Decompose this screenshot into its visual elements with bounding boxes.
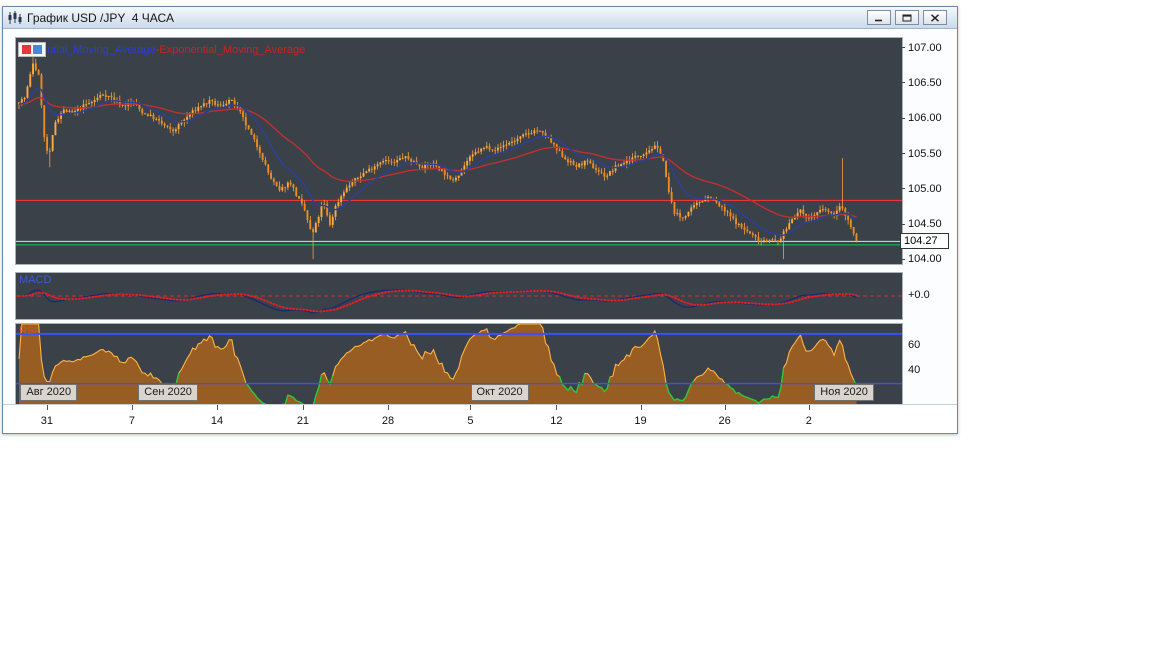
month-label-box: Сен 2020 xyxy=(138,384,198,401)
ma-slow-label-text: Exponential_Moving_Average xyxy=(159,44,305,56)
time-axis-label: 31 xyxy=(33,415,61,427)
price-axis-label: 104.00 xyxy=(908,252,942,266)
close-button[interactable] xyxy=(923,10,947,25)
rsi-axis-label: 40 xyxy=(908,363,920,377)
price-axis-tick xyxy=(901,47,905,48)
chart-client-area: ntial_Moving_Average -Exponential_Moving… xyxy=(3,29,957,433)
price-axis-label: 106.00 xyxy=(908,111,942,125)
time-axis-tick xyxy=(641,405,642,410)
time-axis-tick xyxy=(303,405,304,410)
price-axis-label: 104.50 xyxy=(908,217,942,231)
macd-label: MACD xyxy=(19,274,51,287)
price-axis-label: 105.50 xyxy=(908,147,942,161)
time-axis-label: 5 xyxy=(456,415,484,427)
rsi-panel[interactable]: RSI Авг 2020 Сен 2020 Окт 2020 Ноя 2020 xyxy=(15,323,903,407)
ma-red-swatch xyxy=(22,45,31,54)
price-axis: 107.00 106.50 106.00 105.50 105.00 104.50 104.… xyxy=(901,29,959,407)
price-axis-tick xyxy=(901,82,905,83)
macd-axis-label: +0.0 xyxy=(908,288,930,302)
window-title: График USD /JPY 4 ЧАСА xyxy=(27,11,174,25)
current-price-tag: 104.27 xyxy=(900,233,949,249)
time-axis: 31 7 14 21 28 5 12 19 26 2 xyxy=(3,404,957,433)
time-axis-label: 19 xyxy=(627,415,655,427)
time-axis-tick xyxy=(470,405,471,410)
rsi-axis-label: 60 xyxy=(908,338,920,352)
price-axis-tick xyxy=(901,188,905,189)
rsi-label: RSI xyxy=(19,325,37,338)
time-axis-label: 2 xyxy=(795,415,823,427)
macd-panel[interactable]: MACD xyxy=(15,272,903,320)
chart-window: График USD /JPY 4 ЧАСА xyxy=(2,6,958,434)
price-axis-label: 105.00 xyxy=(908,182,942,196)
time-axis-tick xyxy=(132,405,133,410)
price-panel[interactable]: ntial_Moving_Average -Exponential_Moving… xyxy=(15,37,903,265)
window-controls xyxy=(867,10,947,25)
time-axis-tick xyxy=(217,405,218,410)
close-icon xyxy=(930,14,940,22)
ma-blue-swatch xyxy=(33,45,42,54)
indicator-legend: ntial_Moving_Average -Exponential_Moving… xyxy=(18,42,305,57)
time-axis-label: 28 xyxy=(374,415,402,427)
time-axis-label: 14 xyxy=(203,415,231,427)
price-axis-tick xyxy=(901,259,905,260)
legend-swatches xyxy=(18,42,46,57)
time-axis-tick xyxy=(388,405,389,410)
ma-fast-label: ntial_Moving_Average xyxy=(47,43,156,57)
ema-slow-line xyxy=(19,98,857,218)
candles xyxy=(18,57,857,259)
ma-slow-label: -Exponential_Moving_Average xyxy=(156,43,306,57)
price-axis-label: 106.50 xyxy=(908,76,942,90)
minimize-icon xyxy=(874,14,884,22)
maximize-icon xyxy=(902,14,912,22)
month-label-box: Ноя 2020 xyxy=(814,384,874,401)
window-titlebar[interactable]: График USD /JPY 4 ЧАСА xyxy=(3,7,957,29)
desktop-background: График USD /JPY 4 ЧАСА xyxy=(0,0,1152,648)
time-axis-label: 7 xyxy=(118,415,146,427)
time-axis-tick xyxy=(556,405,557,410)
time-axis-label: 12 xyxy=(542,415,570,427)
time-axis-tick xyxy=(47,405,48,410)
price-axis-tick xyxy=(901,153,905,154)
month-label-box: Окт 2020 xyxy=(471,384,529,401)
maximize-button[interactable] xyxy=(895,10,919,25)
time-axis-label: 21 xyxy=(289,415,317,427)
price-axis-label: 107.00 xyxy=(908,41,942,55)
time-axis-tick xyxy=(809,405,810,410)
time-axis-tick xyxy=(725,405,726,410)
month-label-box: Авг 2020 xyxy=(20,384,77,401)
chart-app-icon xyxy=(7,11,23,25)
price-axis-tick xyxy=(901,224,905,225)
minimize-button[interactable] xyxy=(867,10,891,25)
price-axis-tick xyxy=(901,118,905,119)
time-axis-label: 26 xyxy=(711,415,739,427)
